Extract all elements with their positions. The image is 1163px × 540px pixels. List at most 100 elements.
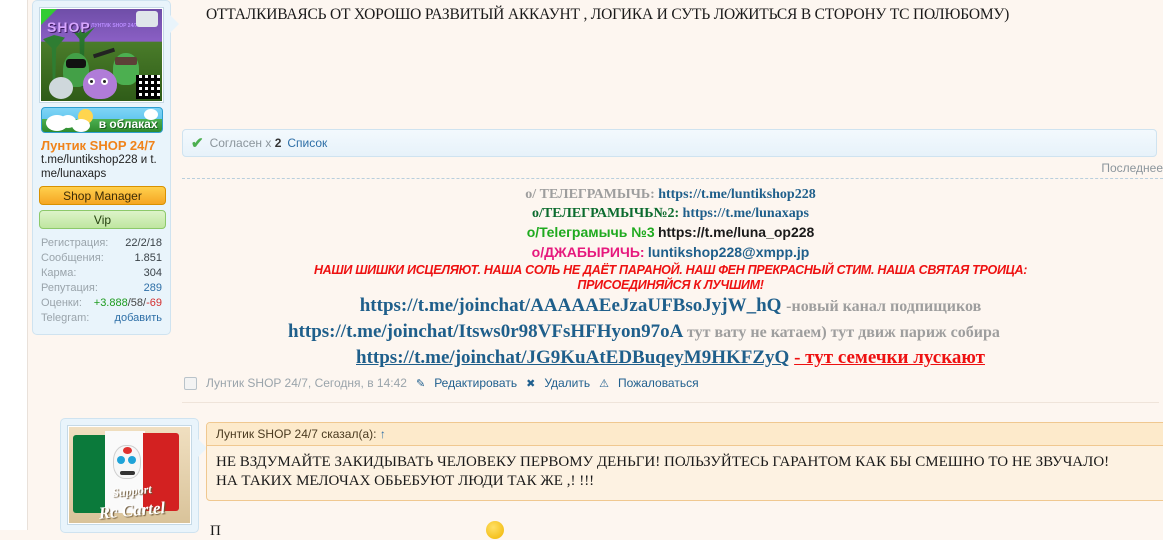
like-count-text: Согласен x 2 xyxy=(210,136,282,150)
promo-label-4: o/ДЖАБЫРИЧЬ: xyxy=(531,244,645,260)
like-bar: ✔ Согласен x 2 Список xyxy=(182,129,1157,157)
stat-value: 22/2/18 xyxy=(125,237,162,249)
telegram-add-link[interactable]: добавить xyxy=(115,311,162,326)
ratings-negative: -69 xyxy=(146,297,162,309)
post-select-checkbox[interactable] xyxy=(184,376,197,390)
ratings-positive: +3.888 xyxy=(93,297,128,309)
stat-row-registration: Регистрация: 22/2/18 xyxy=(41,236,162,251)
promo-block: o/ ТЕЛЕГРАМЫЧЬ: https://t.me/luntikshop2… xyxy=(178,179,1163,370)
promo-join-url-3[interactable]: https://t.me/joinchat/JG9KuAtEDBuqeyM9HK… xyxy=(356,347,789,368)
promo-join-line-2: https://t.me/joinchat/Itsws0r98VFsHFHyon… xyxy=(178,319,1163,345)
smiley-emoji-icon xyxy=(486,521,504,539)
stat-label: Оценки: xyxy=(41,297,82,309)
green-check-icon: ✔ xyxy=(191,134,204,152)
skull-eyes xyxy=(117,456,125,464)
stat-value: 304 xyxy=(143,267,162,279)
post-1-user-panel: SHOP ЛУНТИК SHOP 24/7 в облаках Лунтик S… xyxy=(32,0,179,335)
skull-mouth xyxy=(120,471,135,475)
promo-join-url-2[interactable]: https://t.me/joinchat/Itsws0r98VFsHFHyon… xyxy=(288,321,682,342)
edit-link[interactable]: Редактировать xyxy=(434,376,517,390)
avatar-brand-text: SHOP xyxy=(47,19,91,35)
user-banner-clouds: в облаках xyxy=(40,107,163,133)
promo-label-1: o/ ТЕЛЕГРАМЫЧЬ: xyxy=(525,187,655,202)
like-count: 2 xyxy=(274,136,282,150)
promo-url-3[interactable]: https://t.me/luna_op228 xyxy=(658,224,814,240)
quote-author: Лунтик SHOP 24/7 сказал(а): xyxy=(216,427,377,441)
page-left-gutter xyxy=(0,0,28,530)
user-rank-vip[interactable]: Vip xyxy=(39,210,166,229)
promo-url-4[interactable]: luntikshop228@xmpp.jp xyxy=(648,244,809,260)
post-meta: Лунтик SHOP 24/7, Сегодня, в 14:42 xyxy=(206,376,407,390)
quote-body-line-2: НА ТАКИХ МЕЛОЧАХ ОБЬЕБУЮТ ЛЮДИ ТАК ЖЕ ,!… xyxy=(216,473,595,489)
promo-line-1: o/ ТЕЛЕГРАМЫЧЬ: https://t.me/luntikshop2… xyxy=(178,185,1163,204)
pencil-icon[interactable]: ✎ xyxy=(416,377,425,390)
stat-label: Сообщения: xyxy=(41,252,104,264)
stat-row-telegram: Telegram: добавить xyxy=(41,311,162,326)
promo-join-line-1: https://t.me/joinchat/AAAAAEeJzaUFBsoJyj… xyxy=(178,293,1163,319)
ratings-neutral: 58 xyxy=(130,297,144,309)
promo-red-line-1: НАШИ ШИШКИ ИСЦЕЛЯЮТ. НАША СОЛЬ НЕ ДАЁТ П… xyxy=(313,263,1028,277)
cloud-icon-3 xyxy=(71,119,90,132)
quote-header: Лунтик SHOP 24/7 сказал(а): ↑ xyxy=(207,423,1163,446)
user-rank-shop-manager[interactable]: Shop Manager xyxy=(39,186,166,205)
quote-jump-arrow-icon[interactable]: ↑ xyxy=(380,427,386,441)
report-link[interactable]: Пожаловаться xyxy=(618,376,699,390)
stat-value[interactable]: 289 xyxy=(144,281,162,296)
promo-join-note-1: -новый канал подпищиков xyxy=(786,298,982,315)
banner-label: в облаках xyxy=(98,117,158,131)
avatar-truck-icon xyxy=(136,11,158,27)
quote-body: НЕ ВЗДУМАЙТЕ ЗАКИДЫВАТЬ ЧЕЛОВЕКУ ПЕРВОМУ… xyxy=(207,446,1163,500)
avatar[interactable]: SHOP ЛУНТИК SHOP 24/7 xyxy=(39,7,164,103)
stat-label: Карма: xyxy=(41,267,77,279)
promo-join-note-2: тут вату не катаем) тут движ париж собир… xyxy=(687,324,1000,341)
avatar-character-luntik xyxy=(83,69,117,99)
quote-body-line-1: НЕ ВЗДУМАЙТЕ ЗАКИДЫВАТЬ ЧЕЛОВЕКУ ПЕРВОМУ… xyxy=(216,454,1110,470)
forum-page: SHOP ЛУНТИК SHOP 24/7 в облаках Лунтик S… xyxy=(28,0,1163,539)
promo-url-2[interactable]: https://t.me/lunaxaps xyxy=(683,206,809,221)
quote-block: Лунтик SHOP 24/7 сказал(а): ↑ НЕ ВЗДУМАЙ… xyxy=(206,422,1163,501)
avatar-2[interactable]: Support Rc Cartel xyxy=(67,425,192,525)
x-icon[interactable]: ✖ xyxy=(526,377,535,390)
post-1-footer: Лунтик SHOP 24/7, Сегодня, в 14:42 ✎ Ред… xyxy=(178,370,1163,390)
skull-flower xyxy=(123,447,132,454)
avatar-character-bee xyxy=(49,77,73,99)
stat-row-messages: Сообщения: 1.851 xyxy=(41,251,162,266)
like-prefix: Согласен x xyxy=(209,136,272,150)
sugar-skull-icon xyxy=(113,445,141,479)
promo-join-line-3: https://t.me/joinchat/JG9KuAtEDBuqeyM9HK… xyxy=(178,345,1163,370)
stat-value: 1.851 xyxy=(134,252,162,264)
delete-link[interactable]: Удалить xyxy=(544,376,590,390)
stat-label: Регистрация: xyxy=(41,237,109,249)
promo-red-line-2: ПРИСОЕДИНЯЙСЯ К ЛУЧШИМ! xyxy=(577,278,764,292)
stat-row-reputation: Репутация: 289 xyxy=(41,281,162,296)
promo-label-3: o/Teleграмычь №3 xyxy=(526,224,655,240)
promo-join-url-1[interactable]: https://t.me/joinchat/AAAAAEeJzaUFBsoJyj… xyxy=(360,295,782,316)
post-2-user-panel: Support Rc Cartel xyxy=(60,418,207,533)
post-1-top-text: ОТТАЛКИВАЯСЬ ОТ ХОРОШО РАЗВИТЫЙ АККАУНТ … xyxy=(206,6,1010,23)
qr-code-icon xyxy=(136,75,160,99)
mexico-flag-icon: Support Rc Cartel xyxy=(69,427,190,523)
user-stats: Регистрация: 22/2/18 Сообщения: 1.851 Ка… xyxy=(39,236,164,326)
post-divider xyxy=(182,402,1159,403)
promo-line-4: o/ДЖАБЫРИЧЬ: luntikshop228@xmpp.jp xyxy=(178,243,1163,263)
stat-label: Telegram: xyxy=(41,312,90,324)
post-2-message-column: Лунтик SHOP 24/7 сказал(а): ↑ НЕ ВЗДУМАЙ… xyxy=(206,422,1163,539)
stat-label: Репутация: xyxy=(41,282,98,294)
stat-value-ratings: +3.888/58/-69 xyxy=(94,296,162,311)
promo-join-note-3: - тут семечки лускают xyxy=(794,347,985,368)
promo-line-2: o/ТЕЛЕГРАМЫЧЬ№2: https://t.me/lunaxaps xyxy=(178,204,1163,223)
username[interactable]: Лунтик SHOP 24/7 xyxy=(39,139,164,153)
last-label: Последнее xyxy=(1101,161,1163,175)
user-tagline: t.me/luntikshop228 и t.me/lunaxaps xyxy=(41,154,157,180)
promo-label-2: o/ТЕЛЕГРАМЫЧЬ№2: xyxy=(532,206,680,221)
stat-row-karma: Карма: 304 xyxy=(41,266,162,281)
like-list-link[interactable]: Список xyxy=(287,136,327,150)
warning-triangle-icon[interactable]: ⚠ xyxy=(599,377,609,390)
stat-row-ratings: Оценки: +3.888/58/-69 xyxy=(41,296,162,311)
promo-url-1[interactable]: https://t.me/luntikshop228 xyxy=(658,187,816,202)
promo-line-3: o/Teleграмычь №3 https://t.me/luna_op228 xyxy=(178,223,1163,243)
avatar-image: SHOP ЛУНТИК SHOP 24/7 xyxy=(41,9,162,101)
last-edited-row: Последнее xyxy=(178,157,1163,179)
post-2-text: П xyxy=(210,523,221,539)
divider-dashed xyxy=(182,178,1163,179)
